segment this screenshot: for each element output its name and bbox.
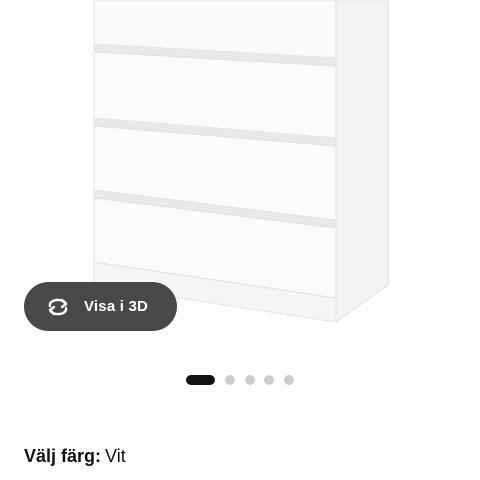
- carousel-dot[interactable]: [225, 375, 235, 385]
- view-3d-label: Visa i 3D: [84, 298, 149, 315]
- carousel-dot[interactable]: [283, 375, 294, 385]
- rotate-3d-icon: [44, 293, 72, 321]
- color-selector[interactable]: Välj färg: Vit: [24, 446, 126, 467]
- selected-color-value: Vit: [105, 446, 126, 466]
- carousel-indicator: [186, 375, 303, 385]
- carousel-dot-active[interactable]: [186, 375, 215, 385]
- color-selector-label: Välj färg:: [24, 446, 102, 466]
- carousel-dot[interactable]: [264, 375, 274, 385]
- carousel-dot[interactable]: [244, 375, 255, 385]
- view-3d-button[interactable]: Visa i 3D: [24, 282, 177, 331]
